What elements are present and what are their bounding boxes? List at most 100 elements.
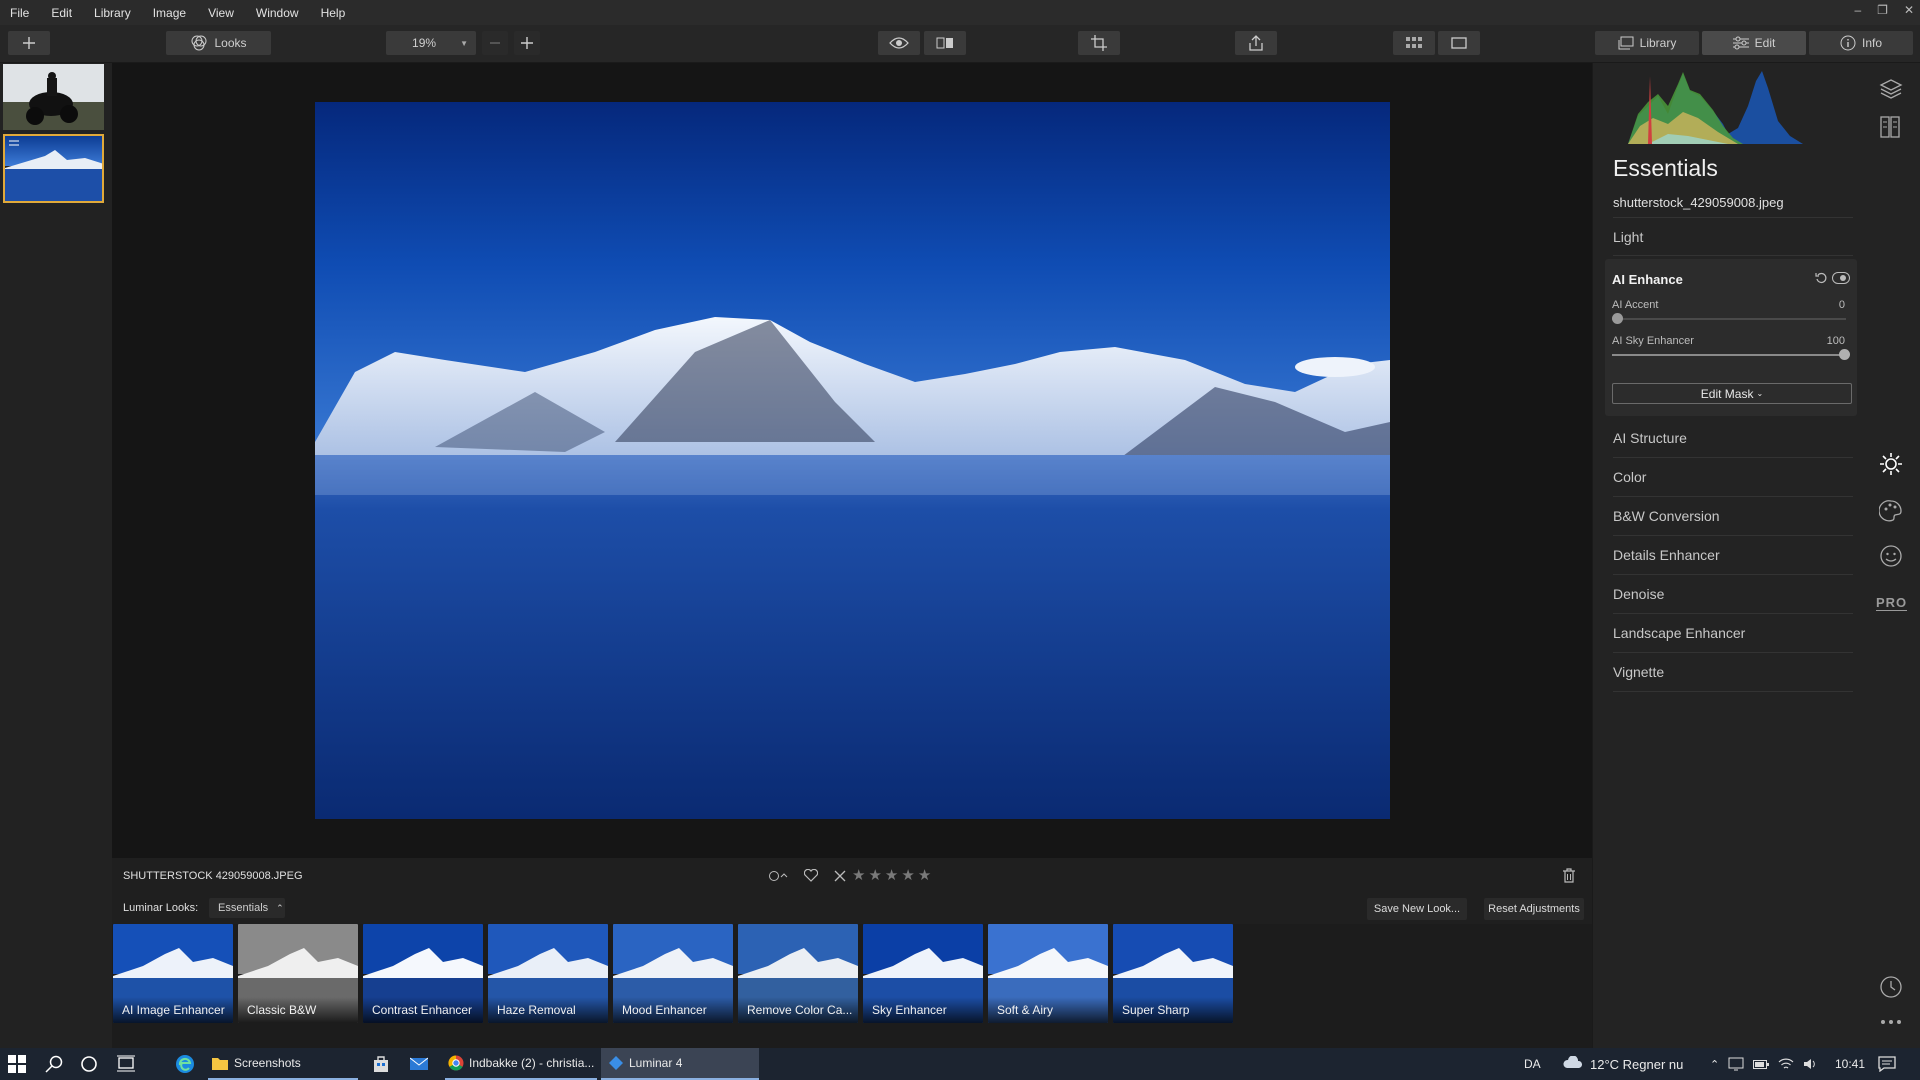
- tray-expand-icon[interactable]: ⌃: [1710, 1058, 1719, 1071]
- battery-icon[interactable]: [1753, 1058, 1770, 1070]
- look-contrast-enhancer[interactable]: Contrast Enhancer: [363, 924, 483, 1023]
- look-mood-enhancer[interactable]: Mood Enhancer: [613, 924, 733, 1023]
- menu-image[interactable]: Image: [153, 6, 186, 20]
- portrait-face-icon[interactable]: [1879, 544, 1903, 568]
- trash-icon[interactable]: [1562, 868, 1576, 883]
- save-new-look-button[interactable]: Save New Look...: [1367, 898, 1467, 920]
- section-details-enhancer[interactable]: Details Enhancer: [1613, 536, 1853, 575]
- menu-view[interactable]: View: [208, 6, 234, 20]
- look-classic-bw[interactable]: Classic B&W: [238, 924, 358, 1023]
- cortana-button[interactable]: [80, 1048, 98, 1080]
- section-denoise[interactable]: Denoise: [1613, 575, 1853, 614]
- menu-file[interactable]: File: [10, 6, 29, 20]
- star-rating[interactable]: ★ ★ ★ ★ ★: [852, 866, 931, 884]
- compare-button[interactable]: [924, 31, 966, 55]
- weather-widget[interactable]: 12°C Regner nu: [1562, 1048, 1683, 1080]
- network-monitor-icon[interactable]: [1728, 1057, 1744, 1071]
- look-remove-color-cast[interactable]: Remove Color Ca...: [738, 924, 858, 1023]
- menu-library[interactable]: Library: [94, 6, 131, 20]
- reset-adjustments-button[interactable]: Reset Adjustments: [1484, 898, 1584, 920]
- tab-info[interactable]: Info: [1809, 31, 1913, 55]
- maximize-icon[interactable]: ❐: [1877, 3, 1888, 17]
- history-clock-icon[interactable]: [1879, 975, 1903, 999]
- tab-edit[interactable]: Edit: [1702, 31, 1806, 55]
- task-view-button[interactable]: [116, 1048, 136, 1080]
- language-indicator[interactable]: DA: [1524, 1048, 1541, 1080]
- ai-accent-slider-track[interactable]: [1612, 318, 1846, 320]
- main-photo[interactable]: [315, 102, 1390, 819]
- canvas-tools-icon[interactable]: [1879, 115, 1901, 139]
- taskbar-luminar[interactable]: Luminar 4: [601, 1048, 759, 1080]
- section-ai-structure[interactable]: AI Structure: [1613, 419, 1853, 458]
- section-bw-conversion[interactable]: B&W Conversion: [1613, 497, 1853, 536]
- crop-button[interactable]: [1078, 31, 1120, 55]
- reject-icon[interactable]: [834, 870, 846, 882]
- share-button[interactable]: [1235, 31, 1277, 55]
- ai-enhance-card: AI Enhance AI Accent 0 AI Sky Enhancer 1…: [1605, 259, 1857, 416]
- tab-library[interactable]: Library: [1595, 31, 1699, 55]
- add-photos-button[interactable]: [8, 31, 50, 55]
- taskbar-screenshots-label: Screenshots: [234, 1056, 301, 1070]
- store-button[interactable]: [372, 1048, 390, 1080]
- look-haze-removal[interactable]: Haze Removal: [488, 924, 608, 1023]
- edit-panel: Essentials shutterstock_429059008.jpeg L…: [1592, 63, 1862, 1048]
- search-button[interactable]: [45, 1048, 63, 1080]
- thumbnail-mountains[interactable]: [3, 134, 104, 203]
- menu-help[interactable]: Help: [321, 6, 346, 20]
- favorite-heart-icon[interactable]: [804, 869, 818, 882]
- clock[interactable]: 10:41: [1835, 1048, 1865, 1080]
- look-super-sharp[interactable]: Super Sharp: [1113, 924, 1233, 1023]
- looks-button[interactable]: Looks: [166, 31, 271, 55]
- minimize-icon[interactable]: –: [1854, 3, 1861, 17]
- section-color[interactable]: Color: [1613, 458, 1853, 497]
- section-light[interactable]: Light: [1613, 217, 1853, 256]
- layers-icon[interactable]: [1879, 78, 1903, 100]
- section-landscape-enhancer[interactable]: Landscape Enhancer: [1613, 614, 1853, 653]
- single-view-button[interactable]: [1438, 31, 1480, 55]
- edge-browser-icon: [176, 1055, 194, 1073]
- creative-palette-icon[interactable]: [1879, 499, 1903, 523]
- essentials-sun-icon[interactable]: [1879, 452, 1903, 476]
- edge-button[interactable]: [175, 1048, 195, 1080]
- notifications-button[interactable]: [1878, 1048, 1896, 1080]
- zoom-in-button[interactable]: [514, 31, 540, 55]
- star-icon[interactable]: ★: [901, 866, 914, 884]
- thumbnail-motorcycle[interactable]: [3, 64, 104, 130]
- looks-category-dropdown[interactable]: Essentials ⌃: [209, 898, 285, 918]
- star-icon[interactable]: ★: [918, 866, 931, 884]
- menu-edit[interactable]: Edit: [51, 6, 72, 20]
- looks-thumbnails: AI Image Enhancer Classic B&W Contrast E…: [112, 924, 1592, 1048]
- ai-sky-slider-handle[interactable]: [1839, 349, 1850, 360]
- ai-sky-slider-track[interactable]: [1612, 354, 1846, 356]
- menu-window[interactable]: Window: [256, 6, 299, 20]
- pro-tools-icon[interactable]: PRO: [1876, 595, 1908, 611]
- reset-icon[interactable]: [1815, 272, 1827, 284]
- star-icon[interactable]: ★: [868, 866, 881, 884]
- section-vignette[interactable]: Vignette: [1613, 653, 1853, 692]
- looks-bar: Luminar Looks: Essentials ⌃ Save New Loo…: [112, 894, 1592, 924]
- preview-button[interactable]: [878, 31, 920, 55]
- mail-button[interactable]: [410, 1048, 428, 1080]
- volume-icon[interactable]: [1803, 1057, 1819, 1071]
- look-ai-image-enhancer[interactable]: AI Image Enhancer: [113, 924, 233, 1023]
- sliders-icon: [1732, 36, 1749, 50]
- zoom-dropdown[interactable]: 19% ▼: [386, 31, 476, 55]
- start-button[interactable]: [8, 1048, 26, 1080]
- edit-mask-button[interactable]: Edit Mask ⌄: [1612, 383, 1852, 404]
- look-sky-enhancer[interactable]: Sky Enhancer: [863, 924, 983, 1023]
- taskbar-chrome[interactable]: Indbakke (2) - christia...: [445, 1048, 597, 1080]
- system-tray: ⌃: [1710, 1048, 1819, 1080]
- taskbar-screenshots[interactable]: Screenshots: [208, 1048, 358, 1080]
- star-icon[interactable]: ★: [885, 866, 898, 884]
- wifi-icon[interactable]: [1778, 1057, 1794, 1071]
- panel-title: Essentials: [1613, 155, 1718, 181]
- color-label-icon[interactable]: [769, 870, 789, 882]
- star-icon[interactable]: ★: [852, 866, 865, 884]
- close-icon[interactable]: ✕: [1904, 3, 1914, 17]
- zoom-out-button[interactable]: [482, 31, 508, 55]
- visibility-toggle-icon[interactable]: [1832, 271, 1850, 285]
- ai-accent-slider-handle[interactable]: [1612, 313, 1623, 324]
- more-options-icon[interactable]: [1879, 1018, 1903, 1026]
- look-soft-airy[interactable]: Soft & Airy: [988, 924, 1108, 1023]
- grid-view-button[interactable]: [1393, 31, 1435, 55]
